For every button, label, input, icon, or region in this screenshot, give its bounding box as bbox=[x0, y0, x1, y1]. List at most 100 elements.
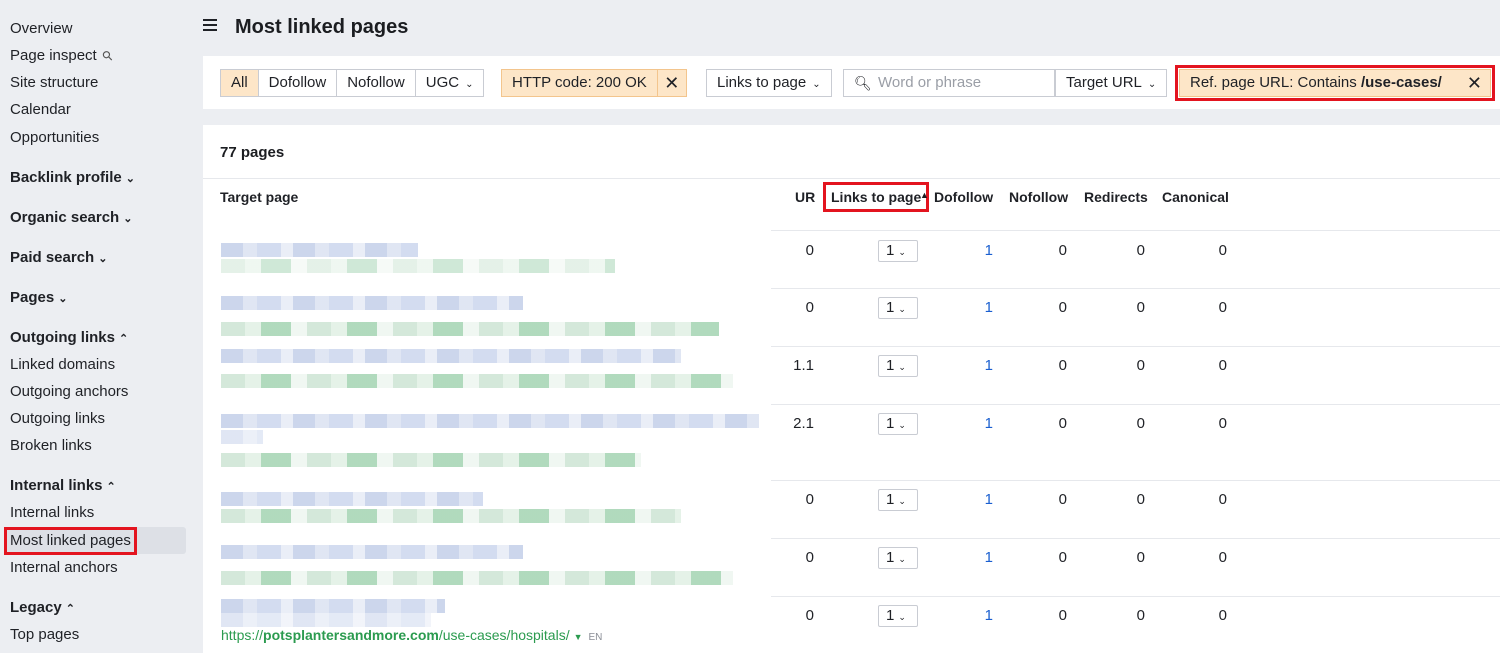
dofollow-link[interactable]: 1 bbox=[985, 549, 993, 566]
links-count: 1 bbox=[886, 415, 895, 432]
links-to-page-dropdown[interactable]: Links to page ⌄ bbox=[706, 69, 832, 97]
column-header-dofollow[interactable]: Dofollow bbox=[934, 189, 993, 205]
sidebar-section-internal-links[interactable]: Internal links ⌃ bbox=[10, 476, 116, 497]
row-divider bbox=[771, 538, 1500, 539]
http-code-label: HTTP code: 200 OK bbox=[502, 70, 658, 96]
redirects-value: 0 bbox=[1136, 549, 1145, 566]
chevron-down-icon: ⌄ bbox=[123, 213, 133, 225]
target-url-dropdown[interactable]: Target URL ⌄ bbox=[1055, 69, 1168, 97]
links-to-page-dropdown[interactable]: 1 ⌄ bbox=[878, 413, 918, 435]
chevron-down-icon: ⌄ bbox=[1147, 79, 1157, 90]
canonical-value: 0 bbox=[1218, 242, 1227, 259]
section-label: Pages bbox=[10, 289, 55, 306]
sidebar-item-calendar[interactable]: Calendar bbox=[10, 100, 71, 120]
sidebar-item-broken-links[interactable]: Broken links bbox=[10, 436, 92, 456]
nofollow-value: 0 bbox=[1058, 491, 1067, 508]
dofollow-link[interactable]: 1 bbox=[985, 607, 993, 624]
ugc-label: UGC bbox=[425, 74, 460, 91]
link-type-segmented-control: All Dofollow Nofollow UGC ⌄ bbox=[220, 69, 485, 97]
column-header-target-page[interactable]: Target page bbox=[220, 189, 298, 205]
links-to-page-dropdown[interactable]: 1 ⌄ bbox=[878, 489, 918, 511]
links-count: 1 bbox=[886, 357, 895, 374]
dofollow-link[interactable]: 1 bbox=[985, 299, 993, 316]
menu-icon[interactable] bbox=[203, 19, 217, 33]
section-label: Paid search bbox=[10, 249, 95, 266]
ur-value: 0 bbox=[805, 299, 814, 316]
links-to-page-dropdown[interactable]: 1 ⌄ bbox=[878, 240, 918, 262]
filter-ugc-dropdown[interactable]: UGC ⌄ bbox=[416, 70, 484, 96]
blurred-page-url bbox=[221, 322, 719, 336]
sidebar-item-top-pages[interactable]: Top pages bbox=[10, 625, 79, 645]
http-code-filter[interactable]: HTTP code: 200 OK ✕ bbox=[501, 69, 687, 97]
links-count: 1 bbox=[886, 242, 895, 259]
caret-down-icon[interactable]: ▼ bbox=[574, 632, 583, 642]
sidebar-item-internal-anchors[interactable]: Internal anchors bbox=[10, 558, 118, 578]
links-count: 1 bbox=[886, 607, 895, 624]
sidebar-item-linked-domains[interactable]: Linked domains bbox=[10, 355, 115, 375]
chevron-down-icon: ⌄ bbox=[898, 362, 906, 372]
column-header-redirects[interactable]: Redirects bbox=[1084, 189, 1148, 205]
redirects-value: 0 bbox=[1136, 607, 1145, 624]
dofollow-link[interactable]: 1 bbox=[985, 491, 993, 508]
sidebar-item-internal-links[interactable]: Internal links bbox=[10, 503, 94, 523]
redirects-value: 0 bbox=[1136, 299, 1145, 316]
blurred-page-title bbox=[221, 414, 759, 428]
section-label: Backlink profile bbox=[10, 169, 122, 186]
column-header-links-to-page[interactable]: Links to page bbox=[822, 182, 930, 212]
target-url-label: Target URL bbox=[1066, 74, 1142, 91]
sidebar-section-pages[interactable]: Pages ⌄ bbox=[10, 288, 67, 309]
column-header-ur[interactable]: UR bbox=[795, 189, 815, 205]
chevron-down-icon: ⌄ bbox=[898, 304, 906, 314]
links-to-page-dropdown[interactable]: 1 ⌄ bbox=[878, 547, 918, 569]
sidebar-item-page-inspect[interactable]: Page inspect ⚲ bbox=[10, 46, 116, 66]
chevron-up-icon: ⌃ bbox=[119, 333, 129, 345]
sidebar-section-backlink-profile[interactable]: Backlink profile ⌄ bbox=[10, 168, 135, 189]
links-count: 1 bbox=[886, 549, 895, 566]
ref-page-url-filter[interactable]: Ref. page URL: Contains /use-cases/ ✕ bbox=[1175, 65, 1495, 101]
links-to-page-dropdown[interactable]: 1 ⌄ bbox=[878, 297, 918, 319]
filter-all-button[interactable]: All bbox=[221, 70, 259, 96]
search-icon: 🔍︎ bbox=[854, 75, 872, 91]
row-divider bbox=[771, 596, 1500, 597]
sidebar-item-outgoing-links[interactable]: Outgoing links bbox=[10, 409, 105, 429]
dofollow-link[interactable]: 1 bbox=[985, 357, 993, 374]
column-header-nofollow[interactable]: Nofollow bbox=[1009, 189, 1068, 205]
nofollow-value: 0 bbox=[1058, 415, 1067, 432]
page-url-link[interactable]: https://potsplantersandmore.com/use-case… bbox=[221, 627, 602, 643]
row-divider bbox=[771, 480, 1500, 481]
column-header-canonical[interactable]: Canonical bbox=[1162, 189, 1229, 205]
blurred-page-title bbox=[221, 430, 263, 444]
blurred-page-title bbox=[221, 599, 445, 613]
sidebar-item-overview[interactable]: Overview bbox=[10, 19, 73, 39]
links-to-page-label: Links to page bbox=[717, 74, 807, 91]
ref-page-url-value: /use-cases/ bbox=[1360, 74, 1442, 91]
dofollow-link[interactable]: 1 bbox=[985, 415, 993, 432]
sidebar-section-outgoing-links[interactable]: Outgoing links ⌃ bbox=[10, 328, 128, 349]
chevron-down-icon: ⌄ bbox=[898, 612, 906, 622]
blurred-page-title bbox=[221, 613, 431, 627]
search-input[interactable]: 🔍︎ Word or phrase bbox=[843, 69, 1055, 97]
sidebar-item-site-structure[interactable]: Site structure bbox=[10, 73, 98, 93]
blurred-page-url bbox=[221, 453, 641, 467]
sidebar-section-organic-search[interactable]: Organic search ⌄ bbox=[10, 208, 132, 229]
links-to-page-dropdown[interactable]: 1 ⌄ bbox=[878, 355, 918, 377]
close-icon[interactable]: ✕ bbox=[1467, 70, 1482, 96]
sidebar-section-paid-search[interactable]: Paid search ⌄ bbox=[10, 248, 107, 269]
blurred-page-url bbox=[221, 571, 733, 585]
blurred-page-title bbox=[221, 349, 681, 363]
filter-nofollow-button[interactable]: Nofollow bbox=[337, 70, 416, 96]
sidebar-item-outgoing-anchors[interactable]: Outgoing anchors bbox=[10, 382, 128, 402]
chevron-down-icon: ⌄ bbox=[898, 554, 906, 564]
redirects-value: 0 bbox=[1136, 242, 1145, 259]
sidebar-item-opportunities[interactable]: Opportunities bbox=[10, 128, 99, 148]
redirects-value: 0 bbox=[1136, 415, 1145, 432]
links-to-page-dropdown[interactable]: 1 ⌄ bbox=[878, 605, 918, 627]
dofollow-link[interactable]: 1 bbox=[985, 242, 993, 259]
filter-dofollow-button[interactable]: Dofollow bbox=[259, 70, 338, 96]
sidebar-item-most-linked-pages[interactable]: Most linked pages bbox=[4, 527, 137, 555]
sidebar-section-legacy[interactable]: Legacy ⌃ bbox=[10, 598, 75, 619]
divider bbox=[203, 178, 1500, 179]
ur-value: 0 bbox=[805, 491, 814, 508]
close-icon[interactable]: ✕ bbox=[658, 70, 686, 96]
url-prefix: https:// bbox=[221, 627, 264, 643]
